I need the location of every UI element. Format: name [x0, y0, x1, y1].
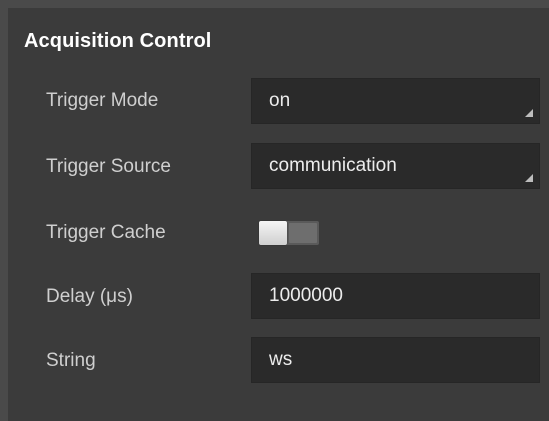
trigger-mode-label: Trigger Mode	[46, 90, 159, 111]
string-value: ws	[269, 349, 293, 370]
delay-label: Delay (μs)	[46, 286, 133, 307]
trigger-source-label: Trigger Source	[46, 156, 171, 177]
delay-value: 1000000	[269, 285, 343, 306]
trigger-mode-value: on	[269, 90, 291, 111]
string-input[interactable]: ws	[251, 337, 540, 383]
dropdown-arrow-icon	[525, 174, 533, 182]
trigger-source-select[interactable]: communication	[251, 143, 540, 189]
trigger-source-value: communication	[269, 155, 397, 176]
trigger-cache-label: Trigger Cache	[46, 222, 166, 243]
section-title: Acquisition Control	[24, 30, 212, 52]
acquisition-control-panel: Acquisition Control Trigger Mode on Trig…	[8, 8, 549, 421]
trigger-cache-toggle[interactable]	[259, 221, 319, 245]
delay-input[interactable]: 1000000	[251, 273, 540, 319]
toggle-knob	[259, 221, 287, 245]
string-label: String	[46, 350, 96, 371]
dropdown-arrow-icon	[525, 109, 533, 117]
toggle-track	[289, 223, 317, 243]
trigger-mode-select[interactable]: on	[251, 78, 540, 124]
